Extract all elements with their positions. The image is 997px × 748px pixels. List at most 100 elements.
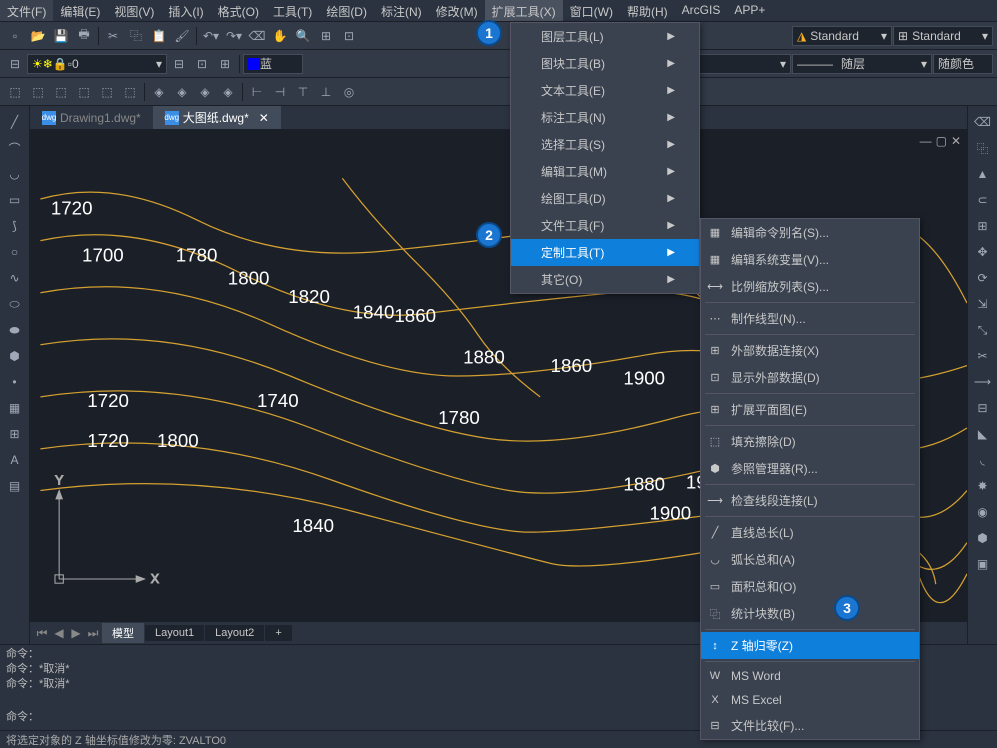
paste-icon[interactable]: 📋	[148, 25, 170, 47]
maximize-icon[interactable]: ▢	[936, 134, 947, 148]
circle-icon[interactable]: ○	[3, 240, 27, 264]
submenu-item[interactable]: ⿻统计块数(B)	[701, 600, 919, 627]
copy2-icon[interactable]: ⿻	[971, 136, 995, 160]
pan-icon[interactable]: ✋	[269, 25, 291, 47]
menu-item[interactable]: 编辑工具(M)▶	[511, 158, 699, 185]
tab-first-icon[interactable]: ⏮	[34, 626, 50, 641]
fillet-icon[interactable]: ◟	[971, 448, 995, 472]
submenu-item[interactable]: ⊟文件比较(F)...	[701, 712, 919, 739]
linecolor-combo[interactable]: 随颜色	[933, 54, 993, 74]
menu-item[interactable]: 其它(O)▶	[511, 266, 699, 293]
table-icon[interactable]: ▤	[3, 474, 27, 498]
dim-icon[interactable]: ⊤	[292, 81, 314, 103]
rect-icon[interactable]: ▭	[3, 188, 27, 212]
open-icon[interactable]: 📂	[27, 25, 49, 47]
standard-combo-1[interactable]: ◮Standard▾	[792, 26, 892, 46]
spline-icon[interactable]: ∿	[3, 266, 27, 290]
tab-next-icon[interactable]: ▶	[68, 626, 84, 640]
tool-icon[interactable]: ◉	[971, 500, 995, 524]
submenu-item[interactable]: WMS Word	[701, 664, 919, 688]
iso-icon[interactable]: ⬚	[50, 81, 72, 103]
submenu-item[interactable]: ▭面积总和(O)	[701, 573, 919, 600]
menu-5[interactable]: 工具(T)	[266, 0, 319, 21]
erase-icon[interactable]: ⌫	[971, 110, 995, 134]
tool-icon[interactable]: ⊞	[315, 25, 337, 47]
save-icon[interactable]: 💾	[50, 25, 72, 47]
extend-icon[interactable]: ⟶	[971, 370, 995, 394]
cut-icon[interactable]: ✂	[102, 25, 124, 47]
drawing-tab[interactable]: dwgDrawing1.dwg*	[30, 106, 153, 129]
tool-icon[interactable]: ⊟	[168, 53, 190, 75]
drawing-tab[interactable]: dwg大图纸.dwg*✕	[153, 106, 281, 129]
close-icon[interactable]: ✕	[951, 134, 961, 148]
menu-item[interactable]: 定制工具(T)▶	[511, 239, 699, 266]
dim-icon[interactable]: ◎	[338, 81, 360, 103]
stretch-icon[interactable]: ⤡	[971, 318, 995, 342]
menu-4[interactable]: 格式(O)	[211, 0, 266, 21]
chamfer-icon[interactable]: ◣	[971, 422, 995, 446]
layout-tab[interactable]: Layout1	[145, 625, 204, 641]
zoom-icon[interactable]: 🔍	[292, 25, 314, 47]
layout-tab[interactable]: 模型	[102, 623, 144, 643]
new-icon[interactable]: ▫	[4, 25, 26, 47]
iso-icon[interactable]: ⬚	[4, 81, 26, 103]
menu-3[interactable]: 插入(I)	[161, 0, 210, 21]
scale-icon[interactable]: ⇲	[971, 292, 995, 316]
text-icon[interactable]: A	[3, 448, 27, 472]
polyline-icon[interactable]: ⌒	[3, 136, 27, 160]
explode-icon[interactable]: ✸	[971, 474, 995, 498]
menu-8[interactable]: 修改(M)	[429, 0, 485, 21]
menu-7[interactable]: 标注(N)	[374, 0, 429, 21]
iso-icon[interactable]: ◈	[171, 81, 193, 103]
menu-6[interactable]: 绘图(D)	[319, 0, 374, 21]
menu-1[interactable]: 编辑(E)	[53, 0, 107, 21]
tool-icon[interactable]: ⬢	[971, 526, 995, 550]
ellipse-icon[interactable]: ⬭	[3, 292, 27, 316]
block-icon[interactable]: ⬢	[3, 344, 27, 368]
submenu-item[interactable]: ⬢参照管理器(R)...	[701, 455, 919, 482]
close-icon[interactable]: ✕	[259, 111, 269, 125]
menu-2[interactable]: 视图(V)	[107, 0, 161, 21]
linetype-combo[interactable]: ———随层▾	[792, 54, 932, 74]
menu-9[interactable]: 扩展工具(X)	[485, 0, 563, 21]
submenu-item[interactable]: ▦编辑命令别名(S)...	[701, 219, 919, 246]
menu-11[interactable]: 帮助(H)	[620, 0, 675, 21]
print-icon[interactable]: 🖶	[73, 25, 95, 47]
break-icon[interactable]: ⊟	[971, 396, 995, 420]
submenu-item[interactable]: ⬚填充擦除(D)	[701, 428, 919, 455]
layout-tab[interactable]: Layout2	[205, 625, 264, 641]
point-icon[interactable]: •	[3, 370, 27, 394]
dim-icon[interactable]: ⊣	[269, 81, 291, 103]
submenu-item[interactable]: ⟷比例缩放列表(S)...	[701, 273, 919, 300]
iso-icon[interactable]: ◈	[194, 81, 216, 103]
trim-icon[interactable]: ✂	[971, 344, 995, 368]
redo-icon[interactable]: ↷▾	[223, 25, 245, 47]
mirror-icon[interactable]: ▲	[971, 162, 995, 186]
menu-item[interactable]: 标注工具(N)▶	[511, 104, 699, 131]
menu-item[interactable]: 图块工具(B)▶	[511, 50, 699, 77]
arc2-icon[interactable]: ⟆	[3, 214, 27, 238]
offset-icon[interactable]: ⊂	[971, 188, 995, 212]
line-icon[interactable]: ╱	[3, 110, 27, 134]
standard-combo-2[interactable]: ⊞Standard▾	[893, 26, 993, 46]
menu-item[interactable]: 图层工具(L)▶	[511, 23, 699, 50]
dim-icon[interactable]: ⊢	[246, 81, 268, 103]
submenu-item[interactable]: ⊞外部数据连接(X)	[701, 337, 919, 364]
submenu-item[interactable]: XMS Excel	[701, 688, 919, 712]
iso-icon[interactable]: ⬚	[119, 81, 141, 103]
copy-icon[interactable]: ⿻	[125, 25, 147, 47]
minimize-icon[interactable]: —	[920, 134, 932, 148]
layer-combo[interactable]: ☀❄🔒▫ 0▾	[27, 54, 167, 74]
layer-icon[interactable]: ⊟	[4, 53, 26, 75]
color-combo[interactable]: 蓝	[243, 54, 303, 74]
submenu-item[interactable]: ▦编辑系统变量(V)...	[701, 246, 919, 273]
region-icon[interactable]: ⊞	[3, 422, 27, 446]
tool-icon[interactable]: ⊞	[214, 53, 236, 75]
dim-icon[interactable]: ⊥	[315, 81, 337, 103]
menu-10[interactable]: 窗口(W)	[563, 0, 620, 21]
submenu-item[interactable]: ╱直线总长(L)	[701, 519, 919, 546]
menu-item[interactable]: 选择工具(S)▶	[511, 131, 699, 158]
iso-icon[interactable]: ◈	[148, 81, 170, 103]
menu-item[interactable]: 文本工具(E)▶	[511, 77, 699, 104]
menu-item[interactable]: 绘图工具(D)▶	[511, 185, 699, 212]
